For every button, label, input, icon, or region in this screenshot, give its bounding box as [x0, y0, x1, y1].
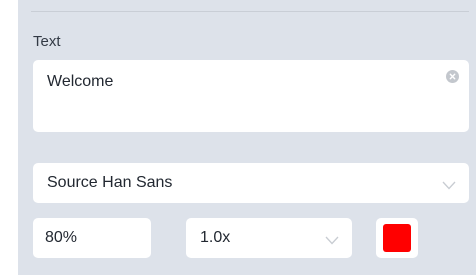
color-swatch: [383, 224, 411, 252]
chevron-down-icon: [442, 177, 456, 195]
divider: [31, 11, 469, 12]
size-percent-value: 80%: [45, 229, 78, 246]
text-input-value: Welcome: [47, 73, 114, 90]
clear-icon[interactable]: [446, 70, 459, 83]
text-input[interactable]: Welcome: [33, 60, 469, 132]
font-family-value: Source Han Sans: [47, 174, 173, 191]
chevron-down-icon: [325, 232, 339, 250]
text-label: Text: [33, 33, 61, 50]
text-settings-panel: Text Welcome Source Han Sans 80% 1.0x: [18, 0, 476, 275]
scale-select[interactable]: 1.0x: [186, 218, 352, 258]
font-family-select[interactable]: Source Han Sans: [33, 163, 469, 203]
size-percent-input[interactable]: 80%: [33, 218, 151, 258]
color-picker-button[interactable]: [376, 218, 418, 258]
scale-value: 1.0x: [200, 229, 231, 246]
